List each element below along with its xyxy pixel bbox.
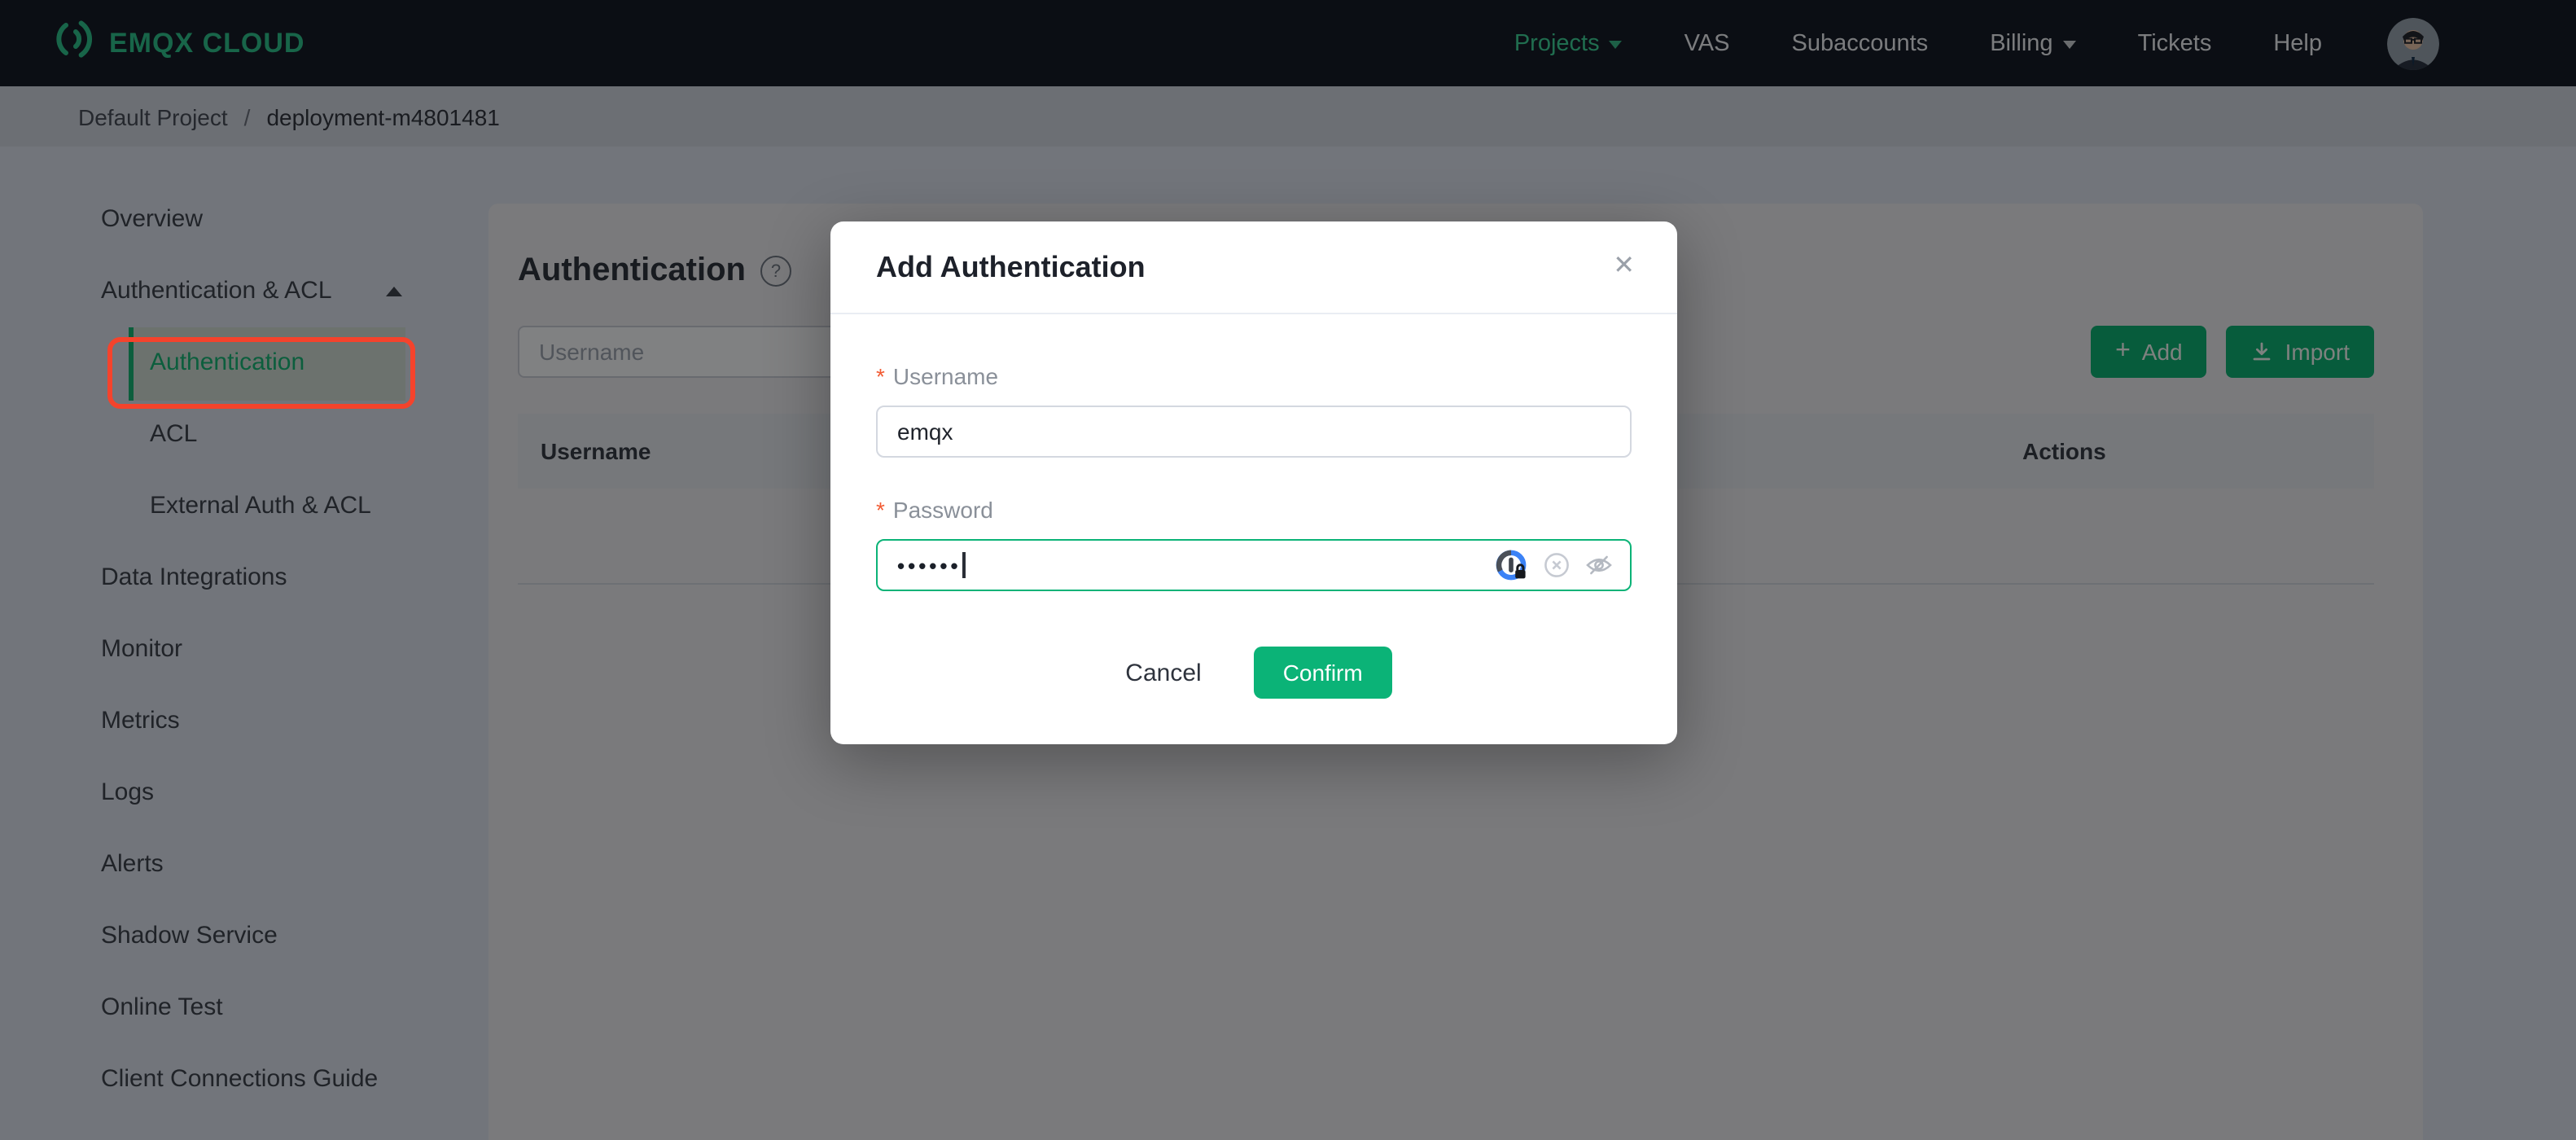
- confirm-button[interactable]: Confirm: [1253, 647, 1392, 699]
- modal-footer: Cancel Confirm: [876, 647, 1632, 744]
- password-input-icons: [1495, 548, 1614, 582]
- required-mark: *: [876, 363, 885, 389]
- username-input[interactable]: [876, 406, 1632, 458]
- password-field-label: * Password: [876, 497, 993, 523]
- cancel-button[interactable]: Cancel: [1115, 657, 1211, 688]
- modal-header: Add Authentication ✕: [830, 221, 1677, 314]
- close-icon[interactable]: ✕: [1613, 253, 1635, 280]
- clear-input-icon[interactable]: [1544, 552, 1570, 578]
- eye-off-icon[interactable]: [1584, 550, 1614, 580]
- password-input[interactable]: ••••••: [876, 539, 1632, 591]
- password-masked-value: ••••••: [897, 553, 962, 577]
- password-field-group: * Password ••••••: [876, 497, 1632, 591]
- username-field-label: * Username: [876, 363, 999, 389]
- username-field-group: * Username: [876, 363, 1632, 458]
- modal-body: * Username * Password ••••••: [830, 314, 1677, 744]
- add-authentication-modal: Add Authentication ✕ * Username * Passwo…: [830, 221, 1677, 744]
- onepassword-extension-icon[interactable]: [1495, 548, 1529, 582]
- modal-title: Add Authentication: [876, 250, 1146, 283]
- emqx-cloud-console: EMQX CLOUD Projects VAS Subaccounts Bill…: [0, 0, 2576, 1140]
- required-mark: *: [876, 497, 885, 523]
- text-cursor: [962, 552, 966, 578]
